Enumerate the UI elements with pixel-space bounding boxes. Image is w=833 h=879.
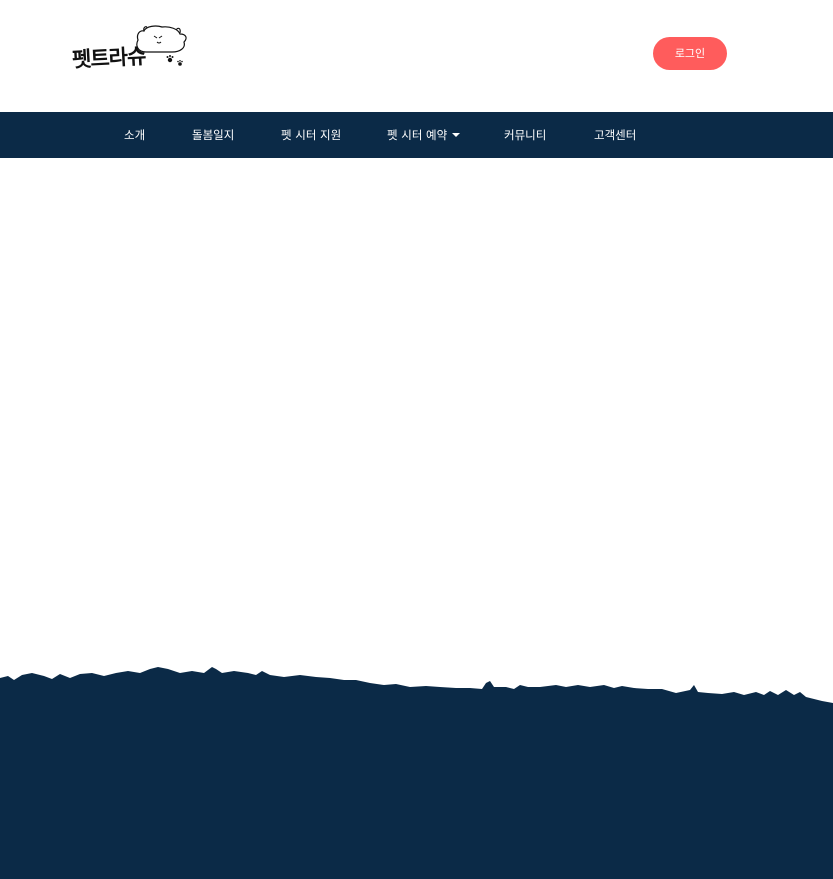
nav-item-support[interactable]: 고객센터: [594, 112, 636, 158]
nav-item-label: 돌봄일지: [192, 128, 235, 142]
site-logo[interactable]: 펫트라슈: [70, 24, 190, 74]
main-nav: 소개 돌봄일지 펫 시터 지원 펫 시터 예약 커뮤니티 고객센터: [0, 112, 833, 158]
page: 펫트라슈 로그인 소개 돌봄일지 펫 시터 지원 펫 시터 예약 커뮤니티 고객…: [0, 0, 833, 879]
nav-item-sitter-booking[interactable]: 펫 시터 예약: [387, 112, 461, 158]
nav-item-label: 고객센터: [594, 128, 637, 142]
nav-item-label: 소개: [124, 128, 146, 142]
nav-item-intro[interactable]: 소개: [124, 112, 145, 158]
login-button[interactable]: 로그인: [653, 37, 727, 70]
footer-wave: [0, 667, 833, 879]
paw-icon: [166, 55, 183, 66]
nav-item-care-diary[interactable]: 돌봄일지: [192, 112, 234, 158]
nav-item-label: 펫 시터 예약: [387, 128, 448, 142]
dog-face-icon: [136, 25, 187, 66]
nav-item-label: 커뮤니티: [504, 128, 547, 142]
hero-area: [0, 158, 833, 678]
nav-item-community[interactable]: 커뮤니티: [504, 112, 546, 158]
site-header: 펫트라슈 로그인: [0, 0, 833, 112]
nav-item-sitter-apply[interactable]: 펫 시터 지원: [281, 112, 341, 158]
caret-down-icon: [452, 132, 461, 137]
nav-item-label: 펫 시터 지원: [281, 128, 342, 142]
